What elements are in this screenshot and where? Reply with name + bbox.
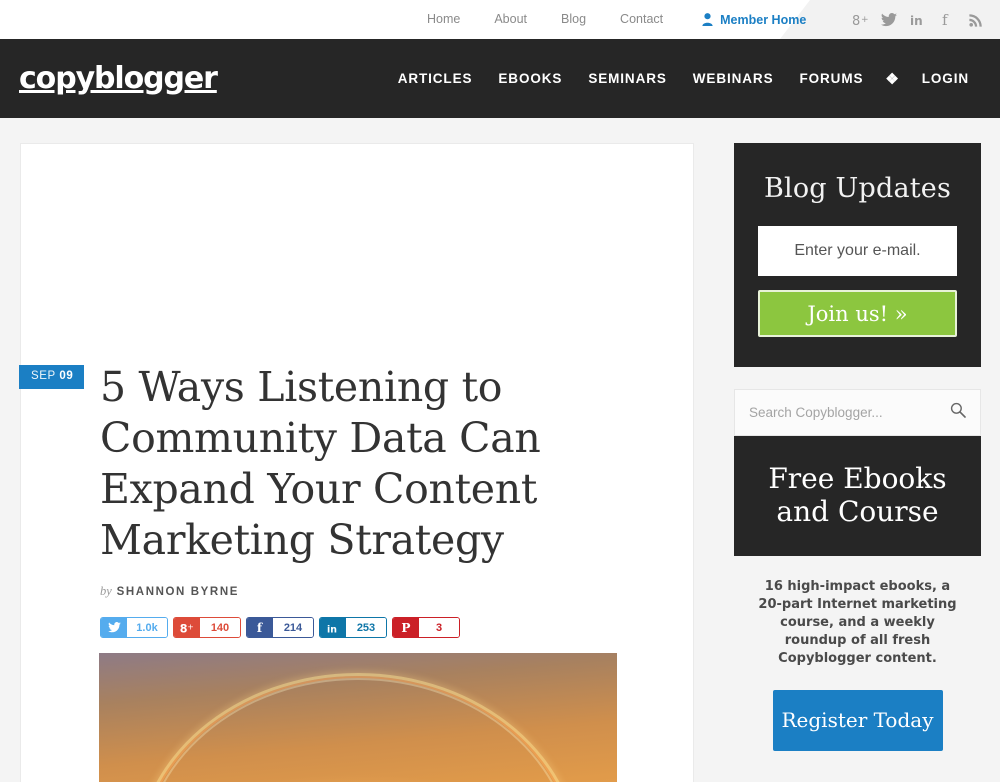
widget-free-ebooks-description: 16 high-impact ebooks, a 20-part Interne… <box>758 579 957 666</box>
post-byline: by SHANNON BYRNE <box>100 584 239 599</box>
googleplus-icon: 8 + <box>174 618 200 637</box>
share-button-googleplus[interactable]: 8 + 140 <box>173 617 241 638</box>
svg-text:in: in <box>327 624 337 634</box>
search-input[interactable] <box>749 405 950 420</box>
person-icon <box>702 13 713 26</box>
rss-icon[interactable] <box>966 10 986 30</box>
top-nav-item-home[interactable]: Home <box>410 0 477 39</box>
svg-text:+: + <box>861 15 869 25</box>
nav-item-seminars[interactable]: SEMINARS <box>575 71 679 86</box>
search-box[interactable] <box>734 389 981 436</box>
googleplus-icon[interactable]: 8 + <box>850 10 870 30</box>
top-nav: Home About Blog Contact Member Home <box>410 0 806 39</box>
post-author[interactable]: SHANNON BYRNE <box>117 586 239 598</box>
linkedin-icon[interactable]: in <box>908 10 928 30</box>
svg-text:P: P <box>401 621 410 634</box>
site-logo[interactable]: copyblogger <box>19 61 218 96</box>
facebook-icon: f <box>247 618 273 637</box>
linkedin-icon: in <box>320 618 346 637</box>
widget-free-ebooks-heading: Free Ebooks and Course <box>768 462 947 528</box>
widget-blog-updates-heading: Blog Updates <box>763 173 952 204</box>
share-count-linkedin: 253 <box>346 618 386 637</box>
svg-text:f: f <box>942 12 949 27</box>
main-nav: ARTICLES EBOOKS SEMINARS WEBINARS FORUMS… <box>385 70 982 88</box>
sidebar: Blog Updates Join us! » Free Ebooks and … <box>734 143 981 751</box>
nav-item-ebooks[interactable]: EBOOKS <box>485 71 575 86</box>
svg-text:8: 8 <box>852 14 860 27</box>
nav-item-forums[interactable]: FORUMS <box>786 71 876 86</box>
register-today-button[interactable]: Register Today <box>772 690 943 751</box>
nav-item-articles[interactable]: ARTICLES <box>385 71 486 86</box>
top-utility-bar: Home About Blog Contact Member Home 8 + i… <box>0 0 1000 39</box>
share-count-facebook: 214 <box>273 618 313 637</box>
member-home-label: Member Home <box>720 12 807 27</box>
widget-blog-updates: Blog Updates Join us! » <box>734 143 981 367</box>
post-title: 5 Ways Listening to Community Data Can E… <box>100 363 541 564</box>
pinterest-icon: P <box>393 618 419 637</box>
post-date-day: 09 <box>59 370 74 382</box>
search-icon[interactable] <box>950 402 966 423</box>
share-count-googleplus: 140 <box>200 618 240 637</box>
svg-text:f: f <box>256 621 262 634</box>
top-nav-item-blog[interactable]: Blog <box>544 0 603 39</box>
nav-item-webinars[interactable]: WEBINARS <box>680 71 787 86</box>
nav-item-login[interactable]: LOGIN <box>909 71 982 86</box>
email-input[interactable] <box>758 226 957 276</box>
share-button-linkedin[interactable]: in 253 <box>319 617 387 638</box>
svg-text:8: 8 <box>180 622 188 634</box>
post-date-month: SEP <box>31 370 56 382</box>
top-nav-item-contact[interactable]: Contact <box>603 0 680 39</box>
twitter-icon <box>101 618 127 637</box>
facebook-icon[interactable]: f <box>937 10 957 30</box>
member-home-link[interactable]: Member Home <box>680 13 806 27</box>
share-button-twitter[interactable]: 1.0k <box>100 617 168 638</box>
byline-by-label: by <box>100 584 112 598</box>
twitter-icon[interactable] <box>879 10 899 30</box>
top-nav-item-about[interactable]: About <box>477 0 544 39</box>
diamond-glyph-icon[interactable]: ❖ <box>876 70 908 88</box>
share-count-twitter: 1.0k <box>127 618 167 637</box>
page-body: SEP 09 5 Ways Listening to Community Dat… <box>0 118 1000 782</box>
share-count-pinterest: 3 <box>419 618 459 637</box>
widget-free-ebooks-body: 16 high-impact ebooks, a 20-part Interne… <box>734 556 981 751</box>
post-feature-image <box>99 653 617 782</box>
share-button-facebook[interactable]: f 214 <box>246 617 314 638</box>
top-social-icons: 8 + in f <box>850 0 986 39</box>
post-date-badge: SEP 09 <box>19 365 85 389</box>
join-us-button[interactable]: Join us! » <box>758 290 957 337</box>
article-card: SEP 09 5 Ways Listening to Community Dat… <box>19 143 694 782</box>
widget-free-ebooks-header: Free Ebooks and Course <box>734 436 981 556</box>
svg-text:+: + <box>187 622 193 631</box>
share-button-pinterest[interactable]: P 3 <box>392 617 460 638</box>
site-masthead: copyblogger ARTICLES EBOOKS SEMINARS WEB… <box>0 39 1000 118</box>
share-buttons: 1.0k 8 + 140 f 214 in 253 P 3 <box>100 617 460 638</box>
svg-text:in: in <box>910 14 923 27</box>
